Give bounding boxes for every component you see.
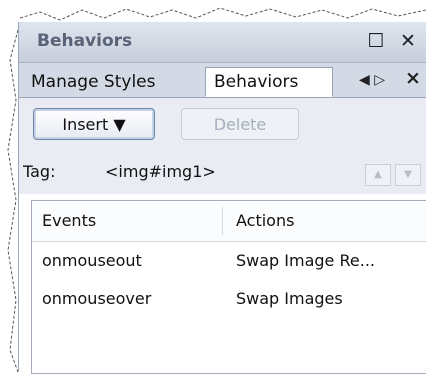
event-cell: onmouseout xyxy=(42,251,142,270)
tab-label: Manage Styles xyxy=(31,72,156,92)
tag-label: Tag: xyxy=(23,162,56,181)
maximize-icon[interactable]: ☐ xyxy=(365,30,387,52)
insert-button[interactable]: Insert ▼ xyxy=(33,108,155,140)
column-header-actions[interactable]: Actions xyxy=(236,211,294,230)
behaviors-table: Events Actions onmouseout Swap Image Re.… xyxy=(31,200,426,374)
column-divider[interactable] xyxy=(222,207,223,235)
column-header-events[interactable]: Events xyxy=(42,211,96,230)
delete-button[interactable]: Delete xyxy=(181,108,299,140)
table-header: Events Actions xyxy=(32,201,426,242)
close-icon[interactable]: ✕ xyxy=(397,30,419,52)
tab-strip: Manage Styles Behaviors ◀ ▷ × xyxy=(19,63,426,98)
tab-label: Behaviors xyxy=(214,72,299,92)
tab-manage-styles[interactable]: Manage Styles xyxy=(27,68,206,96)
panel-titlebar: Behaviors ☐ ✕ xyxy=(19,22,426,63)
tag-row: Tag: <img#img1> ▲ ▼ xyxy=(19,150,426,194)
move-down-icon[interactable]: ▼ xyxy=(395,164,421,186)
action-cell: Swap Image Re... xyxy=(236,251,375,270)
tab-scroll-arrows-icon[interactable]: ◀ ▷ xyxy=(359,72,385,88)
tab-close-icon[interactable]: × xyxy=(405,67,421,89)
event-cell: onmouseover xyxy=(42,289,152,308)
move-up-icon[interactable]: ▲ xyxy=(365,164,391,186)
behaviors-toolbar: Insert ▼ Delete xyxy=(19,98,426,150)
table-row[interactable]: onmouseover Swap Images xyxy=(32,281,426,319)
table-row[interactable]: onmouseout Swap Image Re... xyxy=(32,243,426,281)
tag-value: <img#img1> xyxy=(105,162,216,181)
action-cell: Swap Images xyxy=(236,289,343,308)
behaviors-panel: Behaviors ☐ ✕ Manage Styles Behaviors ◀ … xyxy=(18,22,426,374)
tab-behaviors[interactable]: Behaviors xyxy=(205,67,333,97)
panel-title: Behaviors xyxy=(37,31,133,51)
